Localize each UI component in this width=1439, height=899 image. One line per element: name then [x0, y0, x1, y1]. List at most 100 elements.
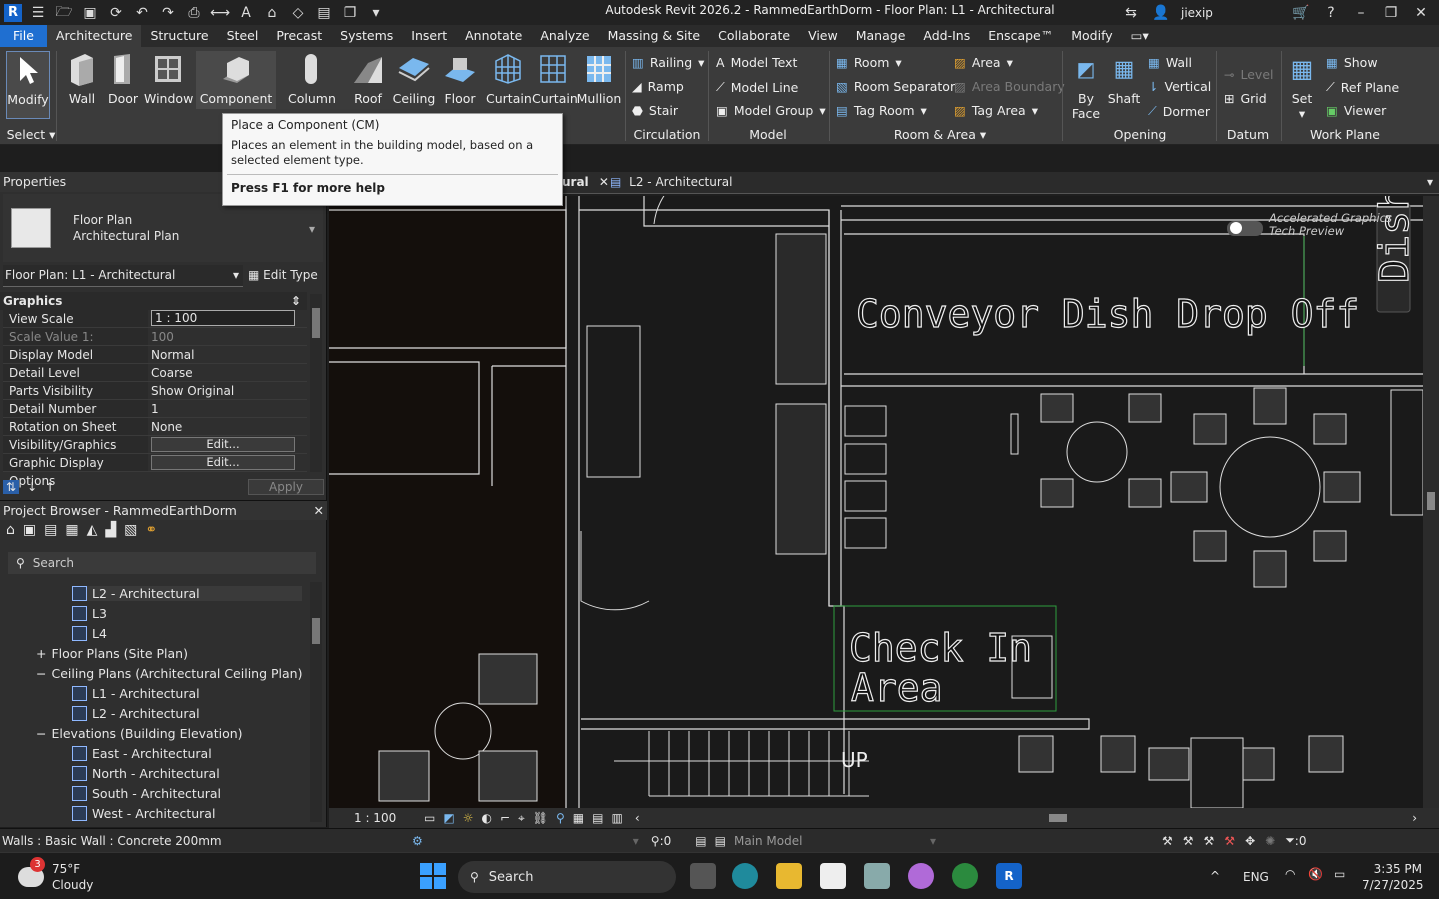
shaft-button[interactable]: ▦ Shaft [1106, 51, 1142, 107]
expand-icon[interactable]: + [36, 646, 46, 661]
display-options-edit-button[interactable]: Edit... [151, 455, 295, 470]
sort-az-icon[interactable]: ↓ [27, 480, 37, 494]
worksharing-icon[interactable]: ⚙ [412, 834, 423, 848]
property-row[interactable]: Parts Visibility Show Original [3, 382, 307, 400]
edit-type-button[interactable]: ▦ Edit Type [248, 265, 318, 287]
show-workplane-button[interactable]: ▦ Show [1326, 55, 1378, 70]
tab-steel[interactable]: Steel [218, 25, 268, 47]
ceiling-button[interactable]: Ceiling [392, 51, 436, 106]
browser-tree-item[interactable]: South - Architectural [72, 786, 221, 801]
tab-systems[interactable]: Systems [331, 25, 402, 47]
tab-collaborate[interactable]: Collaborate [709, 25, 799, 47]
switch-windows-icon[interactable]: ❐ [340, 4, 360, 22]
shadows-icon[interactable]: ◐ [481, 811, 491, 825]
roof-button[interactable]: Roof [348, 51, 388, 106]
select-pinned-icon[interactable]: ⚒ [1204, 834, 1215, 848]
customize-qat-icon[interactable]: ▾ [366, 4, 386, 22]
view-tab-l1-partial[interactable]: ural ✕ [562, 175, 609, 189]
model-selector-icon[interactable]: ▤ [695, 834, 706, 848]
property-row[interactable]: Detail Level Coarse [3, 364, 307, 382]
analysis-icon[interactable]: ▤ [592, 811, 603, 825]
crop-view-icon[interactable]: ⌐ [500, 811, 510, 825]
property-row[interactable]: Rotation on Sheet None [3, 418, 307, 436]
chrome-browser-icon[interactable] [952, 863, 978, 889]
design-options-dropdown-icon[interactable]: ▾ [633, 834, 639, 848]
door-button[interactable]: Door [104, 51, 142, 106]
browser-tree-item[interactable]: + Floor Plans (Site Plan) [36, 646, 188, 661]
opening-by-face-button[interactable]: ◩ By Face [1068, 51, 1104, 121]
weather-widget[interactable]: 3 75°F Cloudy [18, 857, 93, 893]
select-by-face-icon[interactable]: ⚒ [1224, 834, 1235, 848]
level-button[interactable]: ⊸ Level [1224, 67, 1273, 82]
home-icon[interactable]: ☰ [28, 4, 48, 22]
redo-icon[interactable]: ↷ [158, 4, 178, 22]
model-group-button[interactable]: ▣ Model Group ▾ [716, 103, 826, 118]
cart-icon[interactable]: 🛒 [1291, 4, 1311, 22]
constraints-icon[interactable]: ▥ [611, 811, 622, 825]
column-button[interactable]: Column [288, 51, 336, 106]
view-scale-field[interactable]: 1 : 100 [148, 310, 307, 328]
unlocked-3d-icon[interactable]: ⛓ [533, 811, 548, 825]
main-model-selector[interactable]: Main Model [734, 834, 930, 848]
tab-structure[interactable]: Structure [141, 25, 217, 47]
crop-region-icon[interactable]: ⌖ [518, 811, 525, 826]
tab-view[interactable]: View [799, 25, 847, 47]
ribbon-display-toggle-icon[interactable]: ▭▾ [1122, 25, 1158, 47]
view-scale-selector[interactable]: 1 : 100 [354, 811, 414, 825]
canvas-horizontal-scrollbar[interactable] [1049, 814, 1067, 822]
area-button[interactable]: ▨ Area ▾ [954, 55, 1013, 70]
graphics-section-header[interactable]: Graphics ⇕ [0, 292, 307, 310]
stair-button[interactable]: ⬣ Stair [632, 103, 678, 118]
help-icon[interactable]: ? [1321, 4, 1341, 22]
browser-tree-item[interactable]: − Ceiling Plans (Architectural Ceiling Pl… [36, 666, 302, 681]
temp-hide-icon[interactable]: ⚲ [556, 811, 565, 825]
copilot-icon[interactable] [908, 863, 934, 889]
browser-families-icon[interactable]: ◭ [87, 522, 98, 542]
tab-analyze[interactable]: Analyze [531, 25, 598, 47]
modify-button[interactable]: Modify [6, 51, 50, 119]
tab-precast[interactable]: Precast [267, 25, 331, 47]
sun-path-icon[interactable]: ☼ [463, 811, 474, 825]
tab-architecture[interactable]: Architecture [46, 25, 142, 47]
file-explorer-icon[interactable] [776, 863, 802, 889]
background-process-icon[interactable]: ✺ [1265, 834, 1275, 848]
browser-views-icon[interactable]: ▣ [23, 522, 36, 542]
railing-button[interactable]: ▥ Railing ▾ [632, 55, 704, 70]
minimize-icon[interactable]: – [1351, 4, 1371, 22]
sort-za-icon[interactable]: ↑ [45, 480, 55, 494]
scroll-right-icon[interactable]: › [1412, 811, 1417, 825]
tab-add-ins[interactable]: Add-Ins [914, 25, 979, 47]
curtain-grid-button[interactable]: Curtain [532, 51, 578, 106]
detail-level-icon[interactable]: ▭ [424, 811, 435, 825]
visual-style-icon[interactable]: ◩ [443, 811, 454, 825]
close-view-tab-icon[interactable]: ✕ [599, 175, 609, 189]
mullion-button[interactable]: Mullion [576, 51, 622, 106]
room-separator-button[interactable]: ▧ Room Separator [836, 79, 955, 94]
save-icon[interactable]: ▣ [80, 4, 100, 22]
browser-tree-item[interactable]: L3 [72, 606, 107, 621]
area-boundary-button[interactable]: ▨ Area Boundary [954, 79, 1065, 94]
tag-area-button[interactable]: ▨ Tag Area ▾ [954, 103, 1038, 118]
section-icon[interactable]: ◇ [288, 4, 308, 22]
close-browser-icon[interactable]: ✕ [314, 503, 324, 518]
collapse-icon[interactable]: − [36, 666, 46, 681]
ref-plane-button[interactable]: ⟋ Ref Plane [1326, 79, 1399, 95]
sync-icon[interactable]: ⟳ [106, 4, 126, 22]
set-workplane-button[interactable]: ▦ Set ▾ [1284, 51, 1320, 121]
browser-tree-item[interactable]: L4 [72, 626, 107, 641]
browser-sheets-icon[interactable]: ▤ [44, 522, 57, 542]
task-view-icon[interactable] [690, 863, 716, 889]
type-dropdown-icon[interactable]: ▾ [309, 222, 315, 236]
clock[interactable]: 3:35 PM 7/27/2025 [1362, 861, 1424, 893]
measure-icon[interactable]: ⟷ [210, 4, 230, 22]
scroll-left-icon[interactable]: ‹ [635, 811, 640, 825]
close-hidden-icon[interactable]: ▤ [314, 4, 334, 22]
microsoft-store-icon[interactable] [820, 863, 846, 889]
volume-muted-icon[interactable]: 🔇 [1308, 867, 1323, 881]
browser-tree-item[interactable]: L1 - Architectural [72, 686, 200, 701]
instance-selector[interactable]: Floor Plan: L1 - Architectural ▾ [3, 265, 243, 287]
component-button[interactable]: Component [196, 51, 276, 109]
viewer-button[interactable]: ▣ Viewer [1326, 103, 1386, 118]
taskbar-search[interactable]: ⚲ Search [458, 861, 676, 893]
visibility-edit-button[interactable]: Edit... [151, 437, 295, 452]
